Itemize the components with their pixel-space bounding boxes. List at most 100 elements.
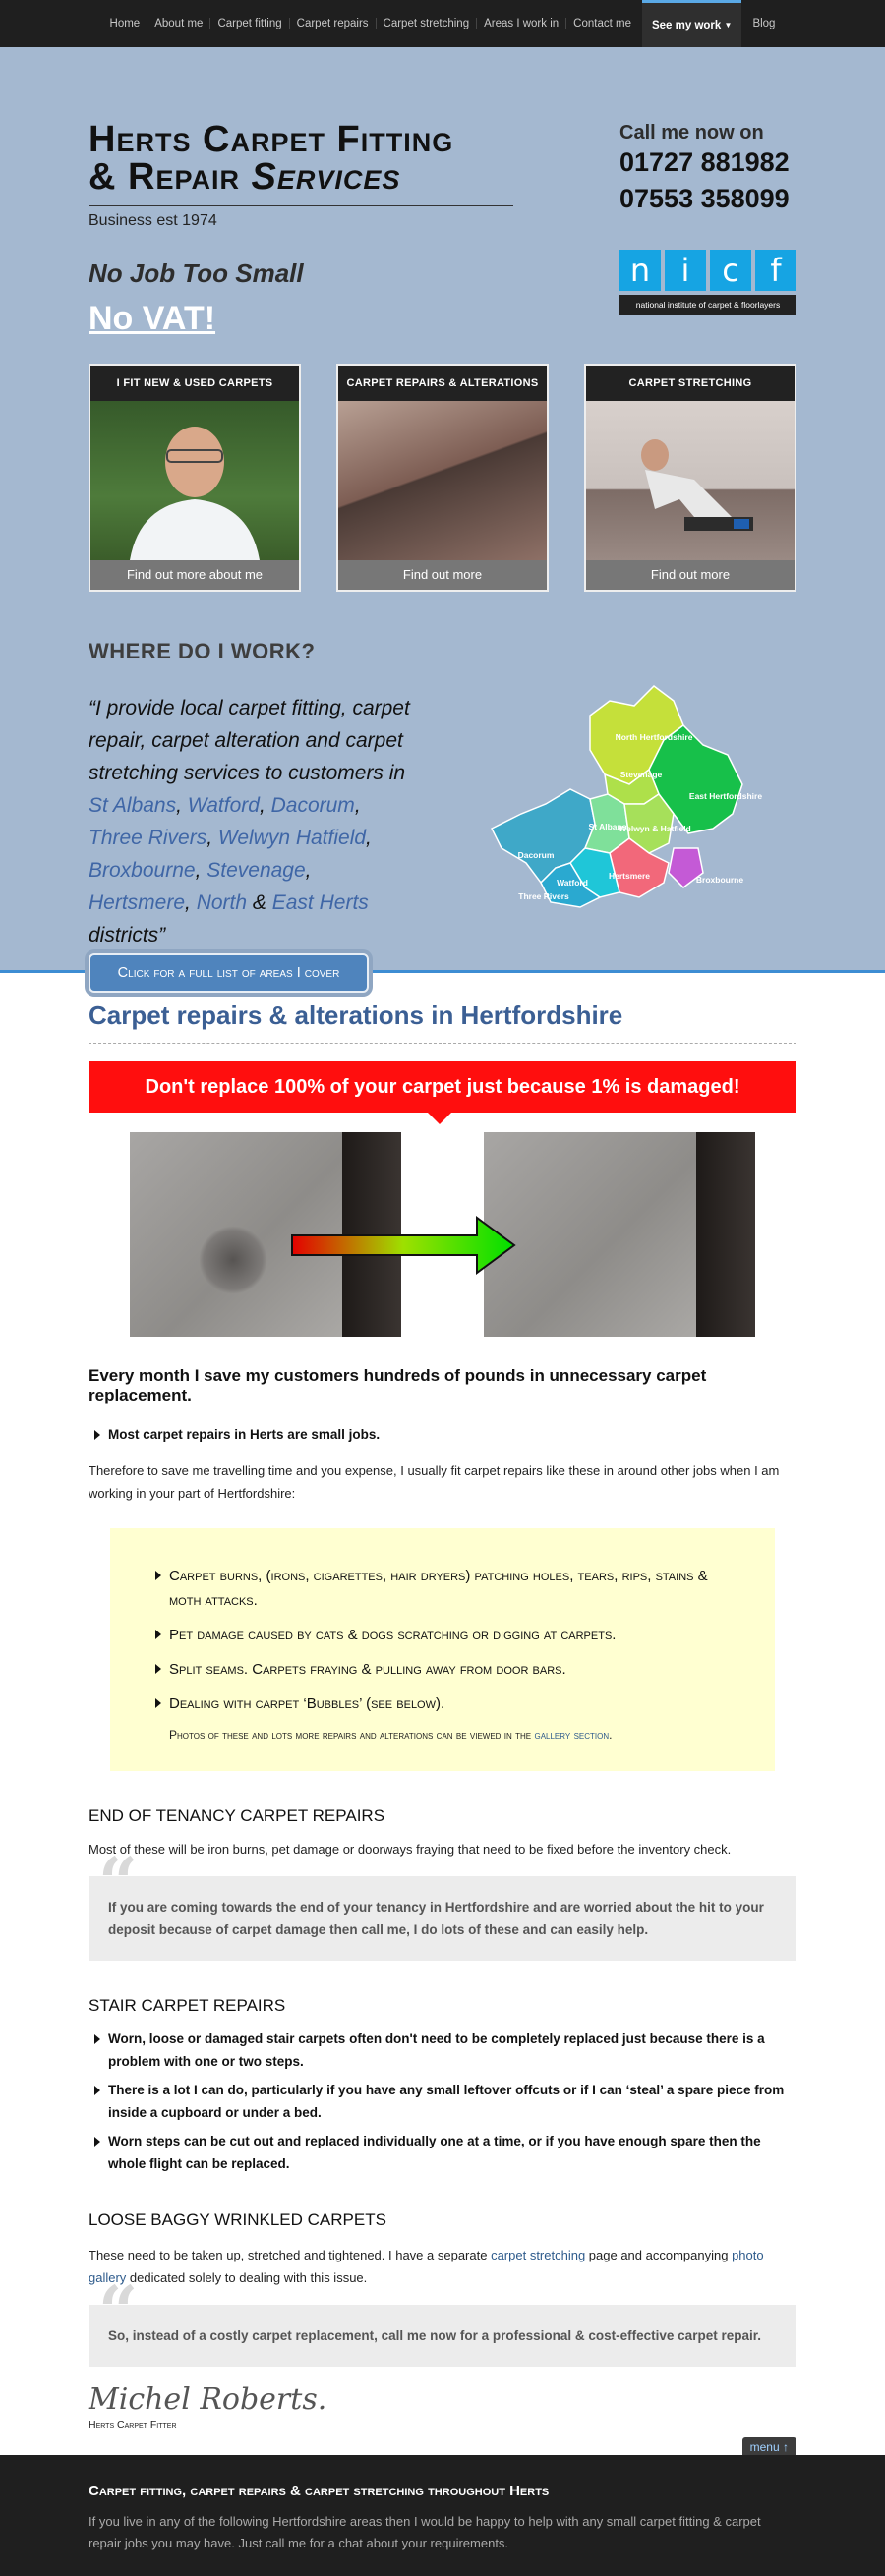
link-east-herts[interactable]: East Herts — [272, 891, 369, 914]
map-label-welwyn-hatfield: Welwyn & Hatfield — [619, 824, 691, 833]
quote-outro: districts” — [88, 924, 166, 946]
areas-list-button[interactable]: Click for a full list of areas I cover — [88, 953, 369, 993]
loose-text-3: dedicated solely to dealing with this is… — [126, 2270, 368, 2285]
stair-item: Worn steps can be cut out and replaced i… — [88, 2130, 796, 2175]
map-label-dacorum: Dacorum — [518, 850, 555, 860]
nav-carpet-fitting[interactable]: Carpet fitting — [210, 18, 290, 29]
small-jobs-bullet: Most carpet repairs in Herts are small j… — [88, 1423, 796, 1446]
nicf-letter-i: i — [665, 250, 706, 291]
link-dacorum[interactable]: Dacorum — [271, 794, 355, 817]
card-fit-carpets[interactable]: I FIT NEW & USED CARPETS Find out more a… — [88, 364, 301, 592]
nav-about[interactable]: About me — [148, 18, 211, 29]
nav-carpet-repairs[interactable]: Carpet repairs — [290, 18, 377, 29]
nicf-logo[interactable]: n i c f national institute of carpet & f… — [620, 250, 796, 315]
final-callout-text: So, instead of a costly carpet replaceme… — [108, 2328, 761, 2343]
link-welwyn-hatfield[interactable]: Welwyn Hatfield — [218, 827, 366, 849]
map-label-watford: Watford — [557, 878, 588, 887]
repairs-heading: Carpet repairs & alterations in Hertford… — [88, 1001, 796, 1044]
title-divider — [88, 205, 513, 206]
site-title: Herts Carpet Fitting & Repair Services — [88, 121, 513, 196]
card-title: CARPET STRETCHING — [628, 377, 752, 389]
after-photo — [484, 1132, 755, 1337]
arrow-right-icon — [291, 1216, 516, 1275]
nicf-letters: n i c f — [620, 250, 796, 291]
nav-carpet-stretching[interactable]: Carpet stretching — [377, 18, 478, 29]
card-cta[interactable]: Find out more about me — [90, 560, 299, 590]
loose-text-2: page and accompanying — [585, 2248, 733, 2262]
footer: Carpet fitting, carpet repairs & carpet … — [0, 2455, 885, 2576]
repair-item: Split seams. Carpets fraying & pulling a… — [149, 1657, 736, 1682]
nav-see-my-work[interactable]: See my work ▼ — [641, 0, 742, 47]
title-line-2b: Services — [251, 156, 401, 198]
map-label-three-rivers: Three Rivers — [518, 891, 569, 901]
carpet-stretching-link[interactable]: carpet stretching — [491, 2248, 585, 2262]
stair-heading: STAIR CARPET REPAIRS — [88, 1996, 286, 2015]
repairs-list-box: Carpet burns, (irons, cigarettes, hair d… — [110, 1528, 775, 1771]
gallery-link[interactable]: gallery section — [534, 1728, 609, 1742]
stair-item: There is a lot I can do, particularly if… — [88, 2079, 796, 2124]
footer-heading: Carpet fitting, carpet repairs & carpet … — [88, 2483, 550, 2499]
phone-1[interactable]: 01727 881982 — [620, 144, 790, 181]
carpet-stretching-photo — [586, 401, 795, 560]
menu-toggle-button[interactable]: menu ↑ — [741, 2437, 796, 2457]
phone-2[interactable]: 07553 358099 — [620, 181, 790, 217]
eot-heading: END OF TENANCY CARPET REPAIRS — [88, 1806, 385, 1825]
areas-quote: “I provide local carpet fitting, carpet … — [88, 697, 410, 946]
tagline: No Job Too Small — [88, 258, 304, 288]
person-illustration — [130, 427, 260, 560]
title-line-2: & Repair Services — [88, 158, 513, 196]
stair-list: Worn, loose or damaged stair carpets oft… — [88, 2028, 796, 2175]
repair-item: Carpet burns, (irons, cigarettes, hair d… — [149, 1564, 736, 1613]
link-north[interactable]: North — [197, 891, 247, 914]
final-callout: “So, instead of a costly carpet replacem… — [88, 2277, 796, 2367]
no-vat-link[interactable]: No VAT! — [88, 300, 215, 338]
loose-heading: LOOSE BAGGY WRINKLED CARPETS — [88, 2210, 386, 2229]
hero-section: Herts Carpet Fitting & Repair Services B… — [0, 47, 885, 993]
map-label-east-herts: East Hertfordshire — [689, 791, 762, 801]
before-after-photos — [88, 1132, 796, 1337]
link-three-rivers[interactable]: Three Rivers — [88, 827, 206, 849]
nav-areas[interactable]: Areas I work in — [477, 18, 567, 29]
nav-menu: Home About me Carpet fitting Carpet repa… — [103, 0, 783, 47]
service-cards: I FIT NEW & USED CARPETS Find out more a… — [88, 364, 796, 592]
site-title-block: Herts Carpet Fitting & Repair Services B… — [88, 121, 513, 230]
call-label: Call me now on — [620, 122, 764, 143]
caret-down-icon: ▼ — [724, 21, 733, 29]
established-text: Business est 1974 — [88, 212, 217, 229]
nav-home[interactable]: Home — [103, 18, 148, 29]
footer-text: If you live in any of the following Hert… — [88, 2514, 761, 2550]
card-title: CARPET REPAIRS & ALTERATIONS — [346, 377, 539, 389]
card-stretching[interactable]: CARPET STRETCHING Find out more — [584, 364, 796, 592]
link-stevenage[interactable]: Stevenage — [206, 859, 305, 882]
eot-callout: “If you are coming towards the end of yo… — [88, 1849, 796, 1961]
map-label-north-herts: North Hertfordshire — [616, 732, 693, 742]
top-navigation: Home About me Carpet fitting Carpet repa… — [0, 0, 885, 47]
damage-banner: Don't replace 100% of your carpet just b… — [88, 1061, 796, 1124]
card-cta[interactable]: Find out more — [586, 560, 795, 590]
quote-mark-icon: “ — [98, 2270, 139, 2352]
nav-blog[interactable]: Blog — [745, 18, 782, 29]
burn-mark — [199, 1226, 267, 1294]
link-hertsmere[interactable]: Hertsmere — [88, 891, 185, 914]
savings-lead: Every month I save my customers hundreds… — [88, 1366, 707, 1404]
gallery-note: Photos of these and lots more repairs an… — [169, 1728, 736, 1742]
card-repairs[interactable]: CARPET REPAIRS & ALTERATIONS Find out mo… — [336, 364, 549, 592]
card-cta[interactable]: Find out more — [338, 560, 547, 590]
fitter-photo — [90, 401, 299, 560]
map-label-hertsmere: Hertsmere — [609, 871, 650, 881]
main-content: Carpet repairs & alterations in Hertford… — [0, 1001, 885, 2431]
hertfordshire-map[interactable]: North Hertfordshire Stevenage East Hertf… — [462, 676, 801, 942]
repair-item: Pet damage caused by cats & dogs scratch… — [149, 1623, 736, 1647]
signature-title: Herts Carpet Fitter — [88, 2419, 177, 2431]
loose-text-1: These need to be taken up, stretched and… — [88, 2248, 492, 2262]
link-st-albans[interactable]: St Albans — [88, 794, 176, 817]
link-watford[interactable]: Watford — [188, 794, 260, 817]
eot-callout-text: If you are coming towards the end of you… — [108, 1900, 764, 1937]
signature: Michel Roberts. — [88, 2382, 327, 2417]
repair-item: Dealing with carpet ‘Bubbles’ (see below… — [149, 1691, 736, 1716]
kneeling-fitter-illustration — [641, 439, 753, 531]
nicf-letter-f: f — [755, 250, 796, 291]
title-line-2a: & Repair — [88, 156, 252, 198]
link-broxbourne[interactable]: Broxbourne — [88, 859, 196, 882]
nav-contact[interactable]: Contact me — [566, 18, 638, 29]
